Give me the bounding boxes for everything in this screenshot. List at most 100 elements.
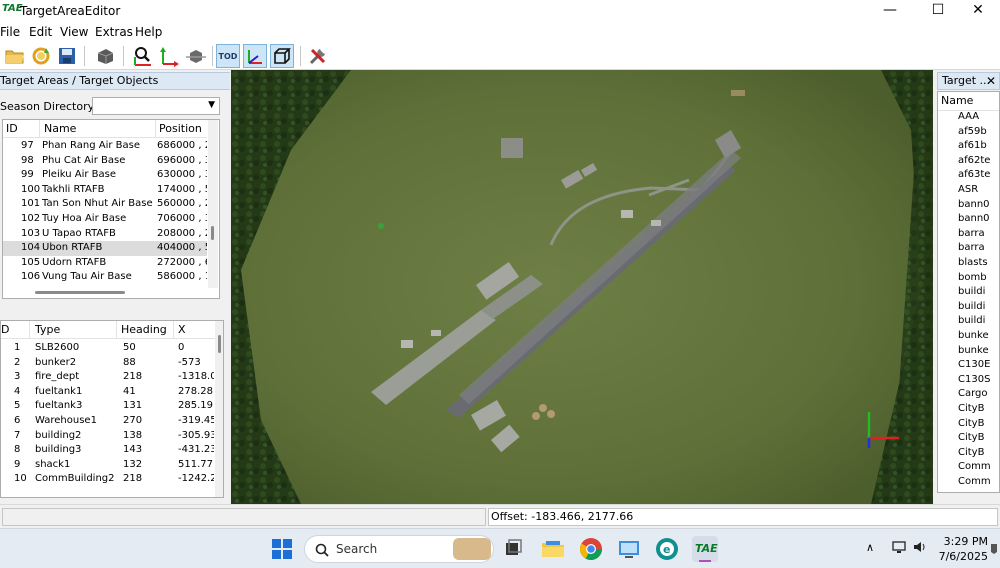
list-item[interactable]: af62te (958, 155, 990, 166)
object-id: 9 (14, 458, 21, 470)
column-header-position[interactable]: Position (159, 122, 202, 135)
table-row[interactable]: 98 Phu Cat Air Base 696000 , 36 (3, 154, 207, 169)
zoom-axes-button[interactable] (131, 44, 155, 68)
table-row[interactable]: 6 Warehouse1 270 -319.45 (1, 414, 215, 429)
table-row[interactable]: 103U Tapao RTAFB 208000 , 29 (3, 227, 207, 242)
table-row[interactable]: 9 shack1 132 511.77 (1, 458, 215, 473)
axes-button[interactable] (243, 44, 267, 68)
start-button[interactable] (272, 539, 292, 559)
network-icon[interactable] (892, 541, 906, 553)
table-row[interactable]: 104Ubon RTAFB 404000 , 52 (3, 241, 207, 256)
clock-time[interactable]: 3:29 PM (928, 535, 988, 548)
chrome-button[interactable] (578, 536, 604, 562)
object-id: 8 (14, 444, 21, 456)
vertical-scrollbar[interactable] (208, 120, 218, 288)
volume-icon[interactable] (913, 540, 927, 554)
cube-button[interactable] (93, 44, 117, 68)
list-item[interactable]: barra (958, 228, 985, 239)
table-row[interactable]: 106Vung Tau Air Base 586000 , 16 (3, 270, 207, 285)
list-item[interactable]: CityB (958, 418, 984, 429)
list-item[interactable]: ASR (958, 184, 978, 195)
vertical-scrollbar[interactable] (215, 321, 223, 497)
rotate-object-button[interactable] (184, 44, 208, 68)
save-button[interactable] (55, 44, 79, 68)
list-item[interactable]: buildi (958, 315, 985, 326)
table-row[interactable]: 3 fire_dept 218 -1318.0 (1, 370, 215, 385)
table-row[interactable]: 1 SLB2600 50 0 (1, 341, 215, 356)
list-item[interactable]: buildi (958, 286, 985, 297)
table-row[interactable]: 100Takhli RTAFB 174000 , 52 (3, 183, 207, 198)
list-item[interactable]: bomb (958, 272, 987, 283)
list-item[interactable]: Cargo (958, 388, 988, 399)
taskbar-search[interactable]: Search (304, 535, 494, 563)
column-header-x[interactable]: X (178, 323, 186, 336)
edge-button[interactable]: e (654, 536, 680, 562)
column-header-heading[interactable]: Heading (121, 323, 167, 336)
list-item[interactable]: buildi (958, 301, 985, 312)
notification-icon[interactable] (990, 543, 998, 555)
column-divider (116, 321, 117, 339)
menu-view[interactable]: View (60, 25, 88, 39)
list-item[interactable]: bann0 (958, 213, 990, 224)
table-row[interactable]: 10 CommBuilding2 218 -1242.2 (1, 472, 215, 487)
terrain-view[interactable] (231, 70, 933, 504)
close-icon[interactable]: ✕ (986, 73, 996, 89)
table-row[interactable]: 8 building3 143 -431.23 (1, 443, 215, 458)
table-row[interactable]: 5 fueltank3 131 285.19 (1, 399, 215, 414)
list-item[interactable]: af63te (958, 169, 990, 180)
clock-date[interactable]: 7/6/2025 (928, 550, 988, 563)
horizontal-scrollbar[interactable] (35, 291, 125, 294)
list-item[interactable]: bunke (958, 330, 989, 341)
list-item[interactable]: AAA (958, 111, 979, 122)
list-item[interactable]: blasts (958, 257, 988, 268)
list-item[interactable]: af61b (958, 140, 987, 151)
tod-button[interactable]: TOD (216, 44, 240, 68)
table-row[interactable]: 102Tuy Hoa Air Base 706000 , 31 (3, 212, 207, 227)
list-item[interactable]: CityB (958, 432, 984, 443)
menu-help[interactable]: Help (135, 25, 162, 39)
box-wireframe-button[interactable] (270, 44, 294, 68)
refresh-button[interactable] (29, 44, 53, 68)
season-directory-dropdown[interactable]: ▼ (92, 97, 220, 115)
column-header-d[interactable]: D (1, 323, 9, 336)
menu-file[interactable]: File (0, 25, 20, 39)
tae-taskbar-button[interactable]: TAE (692, 536, 718, 562)
open-folder-button[interactable] (3, 44, 27, 68)
list-item[interactable]: Comm (958, 461, 991, 472)
column-header-id[interactable]: ID (6, 122, 18, 135)
list-item[interactable]: CityB (958, 447, 984, 458)
scrollbar-thumb[interactable] (211, 226, 214, 240)
table-row[interactable]: 97 Phan Rang Air Base 686000 , 22 (3, 139, 207, 154)
move-axes-button[interactable] (157, 44, 181, 68)
list-item[interactable]: Comm (958, 476, 991, 487)
table-row[interactable]: 2 bunker2 88 -573 (1, 356, 215, 371)
maximize-button[interactable]: ☐ (916, 0, 960, 22)
list-item[interactable]: barra (958, 242, 985, 253)
list-item[interactable]: CityB (958, 403, 984, 414)
3d-viewport[interactable] (231, 70, 933, 504)
list-item[interactable]: bunke (958, 345, 989, 356)
menu-extras[interactable]: Extras (95, 25, 133, 39)
file-explorer-button[interactable] (540, 536, 566, 562)
task-view-button[interactable] (500, 536, 526, 562)
table-row[interactable]: 101Tan Son Nhut Air Base 560000 , 20 (3, 197, 207, 212)
control-panel-button[interactable] (616, 536, 642, 562)
minimize-button[interactable]: — (868, 0, 912, 22)
table-row[interactable]: 99 Pleiku Air Base 630000 , 36 (3, 168, 207, 183)
chevron-up-icon[interactable]: ∧ (866, 541, 874, 554)
table-row[interactable]: 105Udorn RTAFB 272000 , 67 (3, 256, 207, 271)
tools-button[interactable] (306, 44, 330, 68)
column-header-name[interactable]: Name (44, 122, 76, 135)
column-header-name[interactable]: Name (941, 94, 973, 107)
scrollbar-thumb[interactable] (218, 335, 221, 353)
column-header-type[interactable]: Type (35, 323, 60, 336)
table-row[interactable]: 4 fueltank1 41 278.28 (1, 385, 215, 400)
list-item[interactable]: C130E (958, 359, 990, 370)
list-item[interactable]: C130S (958, 374, 990, 385)
close-button[interactable]: ✕ (956, 0, 1000, 22)
list-item[interactable]: bann0 (958, 199, 990, 210)
table-row[interactable]: 7 building2 138 -305.93 (1, 429, 215, 444)
menu-edit[interactable]: Edit (29, 25, 52, 39)
area-position: 208000 , 29 (157, 227, 207, 239)
list-item[interactable]: af59b (958, 126, 987, 137)
